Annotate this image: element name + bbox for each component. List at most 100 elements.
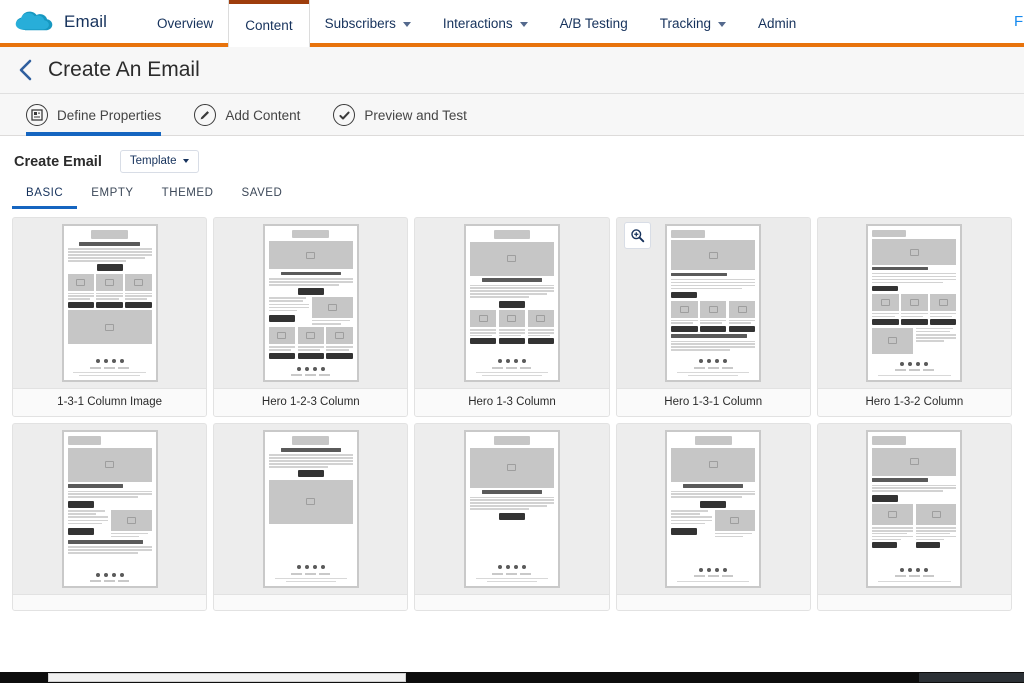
template-category-tabs: BASIC EMPTY THEMED SAVED xyxy=(0,173,1024,209)
nav-item-tracking[interactable]: Tracking xyxy=(644,0,742,43)
preview-footer-links xyxy=(269,374,353,376)
nav-item-label: Interactions xyxy=(443,16,513,31)
properties-icon xyxy=(26,104,48,126)
template-preview xyxy=(665,224,761,382)
template-card-label xyxy=(13,594,206,610)
preview-footer-text xyxy=(872,374,956,376)
preview-social-icons xyxy=(671,356,755,364)
preview-hero-image xyxy=(269,241,353,269)
template-card-label: Hero 1-3 Column xyxy=(415,388,608,416)
preview-social-icons xyxy=(872,359,956,367)
preview-logo-block xyxy=(671,230,705,238)
template-card[interactable]: Hero 1-3 Column xyxy=(414,217,609,417)
template-preview xyxy=(62,224,158,382)
tab-label: BASIC xyxy=(26,187,63,199)
template-card[interactable] xyxy=(414,423,609,611)
template-card-label xyxy=(617,594,810,610)
tab-label: THEMED xyxy=(162,187,214,199)
template-card[interactable]: Hero 1-3-1 Column xyxy=(616,217,811,417)
preview-paragraph xyxy=(68,248,152,262)
template-card[interactable]: 1-3-1 Column Image xyxy=(12,217,207,417)
template-thumbnail xyxy=(415,218,608,388)
app-brand[interactable]: Email xyxy=(0,0,123,43)
preview-three-columns xyxy=(872,294,956,325)
template-thumbnail xyxy=(13,218,206,388)
nav-item-content[interactable]: Content xyxy=(229,0,308,47)
template-thumbnail xyxy=(617,218,810,388)
template-card[interactable] xyxy=(213,423,408,611)
template-card[interactable]: Hero 1-2-3 Column xyxy=(213,217,408,417)
tab-themed[interactable]: THEMED xyxy=(148,187,228,209)
template-thumbnail xyxy=(818,218,1011,388)
tab-label: SAVED xyxy=(242,187,283,199)
template-preview xyxy=(263,224,359,382)
create-email-title: Create Email xyxy=(14,154,102,170)
back-button[interactable] xyxy=(12,57,38,83)
preview-logo-block xyxy=(91,230,128,239)
cloud-icon xyxy=(14,10,54,34)
tab-basic[interactable]: BASIC xyxy=(12,187,77,209)
nav-item-label: Tracking xyxy=(660,16,711,31)
preview-button-block xyxy=(97,264,123,271)
preview-heading-block xyxy=(79,242,139,246)
preview-three-columns xyxy=(671,301,755,332)
caret-down-icon xyxy=(183,159,189,163)
preview-paragraph xyxy=(269,278,353,286)
nav-item-interactions[interactable]: Interactions xyxy=(427,0,544,43)
horizontal-scrollbar[interactable] xyxy=(0,672,1024,683)
template-thumbnail xyxy=(214,218,407,388)
wizard-steps: Define Properties Add Content Preview an… xyxy=(0,94,1024,136)
preview-hero-image xyxy=(671,240,755,270)
template-preview xyxy=(665,430,761,588)
template-thumbnail xyxy=(13,424,206,594)
top-navigation-bar: Email Overview Content Subscribers Inter… xyxy=(0,0,1024,47)
preview-footer-links xyxy=(470,367,554,369)
preview-button-block xyxy=(872,286,898,291)
template-preview xyxy=(866,430,962,588)
tab-label: EMPTY xyxy=(91,187,133,199)
nav-item-admin[interactable]: Admin xyxy=(742,0,812,43)
preview-paragraph xyxy=(872,273,956,284)
step-label: Preview and Test xyxy=(364,108,467,123)
template-grid-row-2 xyxy=(12,423,1012,611)
template-card[interactable] xyxy=(817,423,1012,611)
preview-button-block xyxy=(298,288,324,295)
nav-item-label: Overview xyxy=(157,16,213,31)
step-add-content[interactable]: Add Content xyxy=(194,94,319,136)
scrollbar-thumb[interactable] xyxy=(48,673,406,682)
nav-item-subscribers[interactable]: Subscribers xyxy=(309,0,427,43)
nav-right-region: F xyxy=(1014,0,1024,43)
page-title: Create An Email xyxy=(48,58,200,82)
template-card[interactable] xyxy=(12,423,207,611)
preview-two-columns xyxy=(872,328,956,354)
preview-logo-block xyxy=(494,230,531,239)
magnify-plus-icon[interactable] xyxy=(624,222,651,249)
tab-saved[interactable]: SAVED xyxy=(228,187,297,209)
nav-right-partial-label[interactable]: F xyxy=(1014,13,1024,30)
template-grid-row-1: 1-3-1 Column Image xyxy=(12,217,1012,417)
template-preview xyxy=(464,224,560,382)
nav-item-ab-testing[interactable]: A/B Testing xyxy=(544,0,644,43)
step-define-properties[interactable]: Define Properties xyxy=(26,94,180,136)
nav-item-label: Content xyxy=(245,18,292,33)
preview-footer-text xyxy=(470,371,554,376)
nav-item-overview[interactable]: Overview xyxy=(141,0,229,43)
preview-heading-block xyxy=(671,273,726,277)
step-preview-and-test[interactable]: Preview and Test xyxy=(333,94,486,136)
chevron-down-icon xyxy=(718,22,726,27)
template-dropdown-button[interactable]: Template xyxy=(120,150,199,173)
template-card[interactable] xyxy=(616,423,811,611)
template-card-label: Hero 1-2-3 Column xyxy=(214,388,407,416)
preview-social-icons xyxy=(269,364,353,372)
preview-paragraph xyxy=(470,285,554,299)
template-card-label xyxy=(415,594,608,610)
preview-three-columns xyxy=(68,274,152,308)
template-card[interactable]: Hero 1-3-2 Column xyxy=(817,217,1012,417)
template-thumbnail xyxy=(617,424,810,594)
chevron-left-icon xyxy=(17,59,34,81)
preview-footer-text xyxy=(671,371,755,376)
tab-empty[interactable]: EMPTY xyxy=(77,187,147,209)
check-icon xyxy=(333,104,355,126)
preview-heading-block xyxy=(872,267,927,270)
template-grid-scroll-area[interactable]: 1-3-1 Column Image xyxy=(0,209,1024,664)
